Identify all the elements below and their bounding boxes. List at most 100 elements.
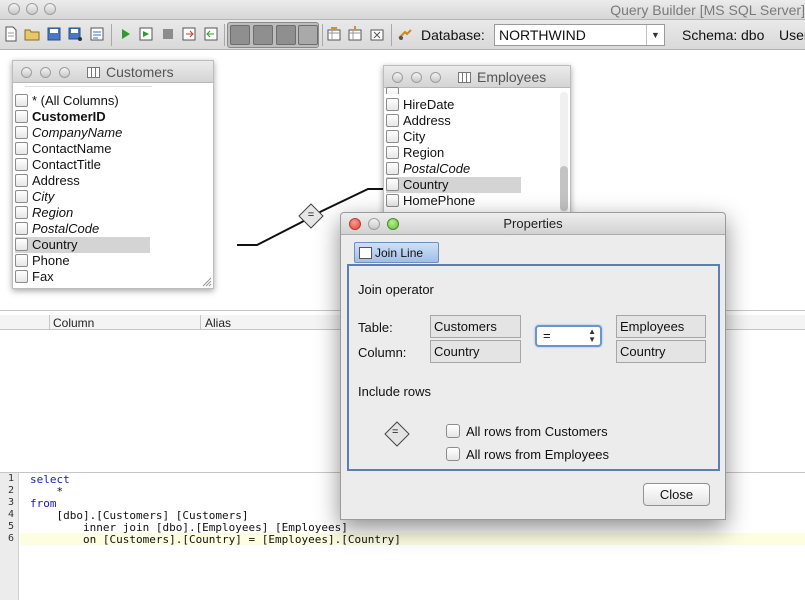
resize-grip-icon[interactable] xyxy=(202,277,212,287)
employees-table-window[interactable]: Employees HireDate Address City Region P… xyxy=(383,65,571,215)
column-fax[interactable]: Fax xyxy=(15,269,54,285)
column-header-alias[interactable]: Alias xyxy=(205,316,231,330)
column-country[interactable]: Country xyxy=(15,237,150,253)
join-marker[interactable]: = xyxy=(305,209,317,221)
column-checkbox[interactable] xyxy=(15,238,28,251)
customers-table-window[interactable]: Customers * (All Columns) CustomerID Com… xyxy=(12,60,214,289)
column-checkbox[interactable] xyxy=(386,87,399,94)
view-text-icon[interactable] xyxy=(276,25,296,45)
toolbar-separator xyxy=(111,24,112,46)
database-select[interactable]: NORTHWIND ▼ xyxy=(494,24,665,46)
column-address[interactable]: Address xyxy=(386,113,451,129)
column-homephone[interactable]: HomePhone xyxy=(386,193,475,209)
column-checkbox[interactable] xyxy=(386,98,399,111)
column-city[interactable]: City xyxy=(15,189,54,205)
column-city[interactable]: City xyxy=(386,129,425,145)
zoom-table-button[interactable] xyxy=(430,72,441,83)
sql-line[interactable]: from xyxy=(30,497,57,510)
column-postalcode[interactable]: PostalCode xyxy=(386,161,470,177)
column-checkbox[interactable] xyxy=(386,194,399,207)
column-checkbox[interactable] xyxy=(15,254,28,267)
minimize-window-button[interactable] xyxy=(26,3,38,15)
sql-line[interactable]: on [Customers].[Country] = [Employees].[… xyxy=(30,533,401,546)
column-region[interactable]: Region xyxy=(386,145,444,161)
sql-line[interactable]: * xyxy=(30,485,63,498)
column-checkbox[interactable] xyxy=(15,142,28,155)
zoom-table-button[interactable] xyxy=(59,67,70,78)
column-hiredate[interactable]: HireDate xyxy=(386,97,454,113)
column-checkbox[interactable] xyxy=(386,178,399,191)
save-as-icon[interactable] xyxy=(67,26,83,42)
schema-value[interactable]: dbo xyxy=(741,27,764,43)
export-icon[interactable] xyxy=(181,26,197,42)
column-checkbox[interactable] xyxy=(15,94,28,107)
dialog-title: Properties xyxy=(503,216,563,231)
column-contacttitle[interactable]: ContactTitle xyxy=(15,157,101,173)
column-postalcode[interactable]: PostalCode xyxy=(15,221,99,237)
column-checkbox[interactable] xyxy=(15,110,28,123)
sql-line[interactable]: select xyxy=(30,473,70,486)
close-window-button[interactable] xyxy=(8,3,20,15)
open-icon[interactable] xyxy=(24,26,40,42)
divider xyxy=(49,315,50,330)
column-checkbox[interactable] xyxy=(386,146,399,159)
close-table-button[interactable] xyxy=(392,72,403,83)
close-button[interactable]: Close xyxy=(643,483,710,506)
tab-join-line[interactable]: Join Line xyxy=(354,242,439,263)
column-checkbox[interactable] xyxy=(15,174,28,187)
connect-icon[interactable] xyxy=(397,26,413,42)
view-split-icon[interactable] xyxy=(298,25,318,45)
sql-line[interactable]: inner join [dbo].[Employees] [Employees] xyxy=(30,521,348,534)
column-checkbox[interactable] xyxy=(15,190,28,203)
stepper-arrows-icon[interactable]: ▲ ▼ xyxy=(588,328,596,344)
column-country[interactable]: Country xyxy=(386,177,521,193)
column-address[interactable]: Address xyxy=(15,173,80,189)
minimize-table-button[interactable] xyxy=(40,67,51,78)
left-table-field: Customers xyxy=(430,315,521,338)
column-customerid[interactable]: CustomerID xyxy=(15,109,106,125)
scrollbar-thumb[interactable] xyxy=(560,166,568,211)
run-icon[interactable] xyxy=(117,26,133,42)
save-icon[interactable] xyxy=(46,26,62,42)
column-checkbox[interactable] xyxy=(15,158,28,171)
remove-icon[interactable] xyxy=(369,26,385,42)
column-region[interactable]: Region xyxy=(15,205,73,221)
run-step-icon[interactable] xyxy=(138,26,154,42)
column-checkbox[interactable] xyxy=(15,222,28,235)
properties-icon[interactable] xyxy=(89,26,105,42)
column-checkbox[interactable] xyxy=(386,130,399,143)
include-rows-heading: Include rows xyxy=(358,384,431,399)
column-checkbox[interactable] xyxy=(386,114,399,127)
sql-line[interactable]: [dbo].[Customers] [Customers] xyxy=(30,509,248,522)
column-checkbox[interactable] xyxy=(15,126,28,139)
customers-table-header[interactable]: Customers xyxy=(13,61,213,83)
all-rows-customers-checkbox[interactable] xyxy=(446,424,460,438)
add-derived-icon[interactable] xyxy=(347,26,363,42)
column-contactname[interactable]: ContactName xyxy=(15,141,111,157)
stop-icon[interactable] xyxy=(160,26,176,42)
view-diagram-icon[interactable] xyxy=(230,25,250,45)
add-table-icon[interactable] xyxy=(326,26,342,42)
column-partial[interactable] xyxy=(386,86,403,94)
column-checkbox[interactable] xyxy=(15,206,28,219)
column-all[interactable]: * (All Columns) xyxy=(15,93,119,109)
employees-table-header[interactable]: Employees xyxy=(384,66,570,88)
all-rows-employees-checkbox[interactable] xyxy=(446,447,460,461)
table-label: Table: xyxy=(358,320,393,335)
import-icon[interactable] xyxy=(203,26,219,42)
column-phone[interactable]: Phone xyxy=(15,253,70,269)
column-label: HireDate xyxy=(403,97,455,112)
dialog-titlebar[interactable]: Properties xyxy=(341,213,725,235)
column-checkbox[interactable] xyxy=(386,162,399,175)
view-grid-icon[interactable] xyxy=(253,25,273,45)
zoom-window-button[interactable] xyxy=(44,3,56,15)
chevron-down-icon[interactable]: ▼ xyxy=(646,25,664,45)
column-companyname[interactable]: CompanyName xyxy=(15,125,122,141)
column-checkbox[interactable] xyxy=(15,270,28,283)
all-rows-employees-label: All rows from Employees xyxy=(466,447,610,462)
close-table-button[interactable] xyxy=(21,67,32,78)
minimize-table-button[interactable] xyxy=(411,72,422,83)
join-operator-select[interactable]: = ▲ ▼ xyxy=(535,325,602,347)
new-icon[interactable] xyxy=(3,26,19,42)
column-header-column[interactable]: Column xyxy=(53,316,94,330)
